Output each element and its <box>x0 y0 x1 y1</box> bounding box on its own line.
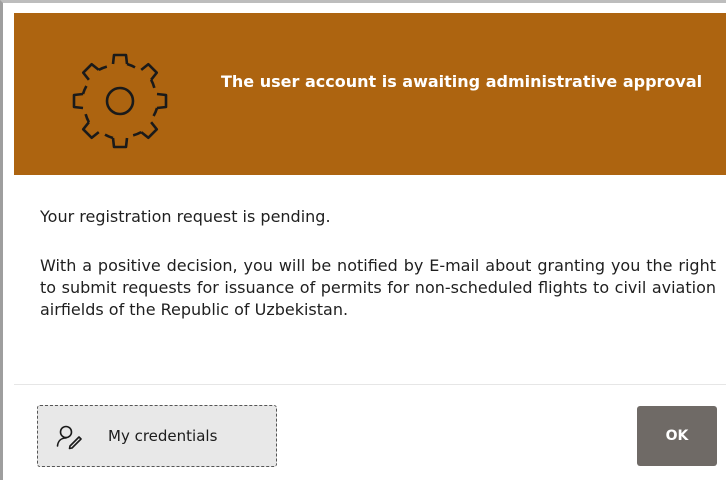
ok-button[interactable]: OK <box>637 406 717 466</box>
user-edit-icon <box>56 425 82 450</box>
approval-dialog: The user account is awaiting administrat… <box>0 0 726 480</box>
my-credentials-label: My credentials <box>108 427 218 445</box>
ok-button-label: OK <box>665 428 689 444</box>
dialog-header: The user account is awaiting administrat… <box>14 13 726 175</box>
footer-divider <box>14 384 726 385</box>
status-message: Your registration request is pending. <box>40 207 331 226</box>
dialog-message: Your registration request is pending. Wi… <box>40 205 716 321</box>
details-message: With a positive decision, you will be no… <box>40 256 716 319</box>
gear-icon <box>72 53 168 149</box>
dialog-title: The user account is awaiting administrat… <box>221 72 703 91</box>
my-credentials-button[interactable]: My credentials <box>37 405 277 467</box>
